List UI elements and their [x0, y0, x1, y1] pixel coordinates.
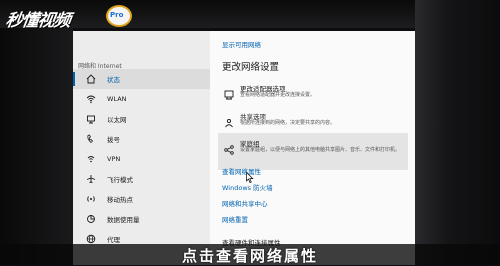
vpn-icon	[85, 153, 97, 165]
sidebar-item-data-usage[interactable]: 数据使用量	[73, 209, 210, 229]
sidebar-item-label: VPN	[107, 155, 121, 163]
sidebar-item-mobile-hotspot[interactable]: 移动热点	[73, 189, 210, 209]
sidebar-item-label: 移动热点	[107, 196, 133, 204]
view-network-properties-link[interactable]: 查看网络属性	[222, 166, 261, 176]
network-sharing-center-link[interactable]: 网络和共享中心	[222, 198, 268, 208]
sidebar-item-label: 数据使用量	[107, 216, 140, 224]
mouse-cursor-icon	[246, 172, 254, 183]
homegroup-icon	[223, 141, 235, 155]
option-description: 根据所连接到的网络，决定要共享的内容。	[240, 120, 336, 126]
watermark-logo-text: Pro	[110, 11, 124, 19]
sidebar-item-label: 以太网	[107, 116, 127, 124]
homegroup-option[interactable]: 家庭组 设置家庭组，以便与网络上的其他电脑共享图片、音乐、文件和打印机。	[218, 133, 408, 170]
network-reset-link[interactable]: 网络重置	[222, 214, 248, 224]
option-description: 设置家庭组，以便与网络上的其他电脑共享图片、音乐、文件和打印机。	[240, 147, 401, 153]
windows-firewall-link[interactable]: Windows 防火墙	[222, 182, 273, 192]
option-description: 查看网络适配器并更改连接设置。	[240, 92, 316, 98]
sidebar-item-label: 状态	[107, 76, 120, 84]
settings-sidebar: 网络和 Internet 状态 WLAN 以太网 拨号 VPN 飞行模式 移动热…	[73, 31, 210, 265]
watermark-text: 秒懂视频	[4, 11, 72, 31]
airplane-icon	[85, 173, 97, 185]
active-indicator	[73, 72, 75, 86]
settings-main: 显示可用网络 更改网络设置 更改适配器选项 查看网络适配器并更改连接设置。 共享…	[210, 31, 415, 265]
sidebar-item-label: WLAN	[107, 95, 127, 103]
home-icon	[85, 73, 97, 85]
sidebar-item-label: 飞行模式	[107, 176, 133, 184]
monitor-bezel-right	[415, 0, 500, 265]
sharing-icon	[223, 114, 235, 128]
sidebar-item-wlan[interactable]: WLAN	[73, 89, 210, 109]
video-watermark: 秒懂视频 Pro	[2, 2, 136, 32]
ethernet-icon	[85, 113, 97, 125]
sidebar-item-dialup[interactable]: 拨号	[73, 129, 210, 149]
settings-window: 网络和 Internet 状态 WLAN 以太网 拨号 VPN 飞行模式 移动热…	[73, 31, 415, 265]
show-available-networks-link[interactable]: 显示可用网络	[222, 39, 261, 49]
sidebar-item-status[interactable]: 状态	[73, 69, 210, 89]
watermark-logo-icon: Pro	[106, 5, 132, 27]
sidebar-item-label: 拨号	[107, 136, 120, 144]
sidebar-item-airplane-mode[interactable]: 飞行模式	[73, 169, 210, 189]
page-title: 更改网络设置	[222, 62, 280, 73]
video-subtitle: 点击查看网络属性	[181, 247, 318, 265]
sidebar-item-vpn[interactable]: VPN	[73, 149, 210, 169]
sidebar-item-ethernet[interactable]: 以太网	[73, 109, 210, 129]
hotspot-icon	[85, 193, 97, 205]
data-usage-icon	[85, 213, 97, 225]
adapter-icon	[223, 86, 235, 100]
dialup-icon	[85, 133, 97, 145]
wifi-icon	[85, 93, 97, 105]
sidebar-item-label: 代理	[107, 236, 120, 244]
monitor-bezel-left	[0, 0, 73, 265]
